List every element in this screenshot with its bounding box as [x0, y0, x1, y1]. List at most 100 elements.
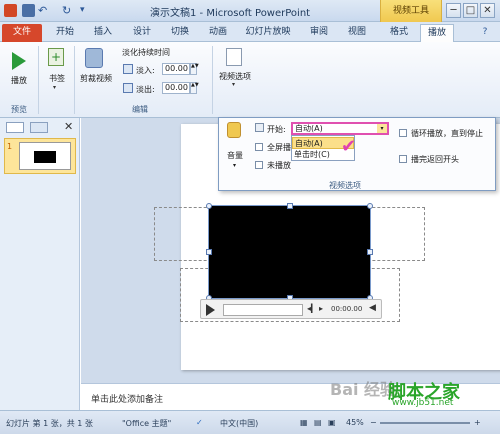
resize-handle[interactable] — [206, 249, 212, 255]
fade-in-label: 淡入: — [136, 66, 155, 75]
preview-group-label: 预览 — [11, 105, 27, 114]
slide-number: 1 — [7, 142, 13, 151]
customize-qat-icon[interactable]: ▾ — [80, 4, 93, 17]
bookmark-icon[interactable]: + — [48, 48, 64, 66]
tab-file[interactable]: 文件 — [2, 24, 42, 42]
checkmark-icon: ✔ — [341, 136, 357, 157]
resize-handle[interactable] — [287, 203, 293, 209]
loop-checkbox[interactable] — [399, 129, 407, 137]
hide-checkbox[interactable] — [255, 161, 263, 169]
zoom-level[interactable]: 45% — [346, 418, 364, 427]
tab-design[interactable]: 设计 — [127, 24, 157, 42]
fade-out-icon — [123, 83, 133, 93]
start-select[interactable]: 自动(A) ▾ — [291, 122, 389, 135]
progress-bar[interactable] — [223, 304, 303, 316]
close-panel-icon[interactable]: ✕ — [64, 120, 73, 133]
fade-in-input[interactable]: 00.00 — [162, 63, 190, 75]
thumbnail-video — [34, 151, 56, 163]
bookmarks-button-label[interactable]: 书签 — [42, 73, 72, 84]
media-player-controls: ◂▎ ▸ 00:00.00 ◀ — [200, 299, 382, 319]
start-select-value: 自动(A) — [295, 124, 323, 133]
rewind-icon[interactable]: ◂▎ — [307, 304, 317, 313]
loop-label: 循环播放，直到停止 — [411, 129, 483, 138]
close-button[interactable]: ✕ — [480, 3, 495, 18]
fade-in-stepper[interactable]: ▲▼ — [190, 63, 199, 75]
slide-thumbnail-item[interactable]: 1 — [4, 138, 76, 174]
volume-icon[interactable]: ◀ — [369, 303, 376, 313]
fullscreen-label: 全屏播 — [267, 143, 291, 152]
tab-animations[interactable]: 动画 — [203, 24, 233, 42]
editing-group-label: 编辑 — [132, 105, 148, 114]
forward-icon[interactable]: ▸ — [319, 304, 323, 313]
language-status[interactable]: 中文(中国) — [220, 418, 258, 429]
zoom-out-icon[interactable]: − — [370, 418, 377, 427]
tab-view[interactable]: 视图 — [342, 24, 372, 42]
rewind-checkbox[interactable] — [399, 155, 407, 163]
zoom-slider[interactable] — [380, 422, 470, 424]
tab-review[interactable]: 审阅 — [304, 24, 334, 42]
tab-slideshow[interactable]: 幻灯片放映 — [240, 24, 296, 42]
powerpoint-icon[interactable] — [4, 4, 17, 17]
play-icon[interactable] — [206, 304, 215, 316]
chevron-down-icon[interactable]: ▾ — [377, 124, 387, 133]
volume-label[interactable]: 音量 — [227, 150, 243, 161]
slide-count-status: 幻灯片 第 1 张，共 1 张 — [6, 419, 93, 428]
slide-thumbnail[interactable] — [19, 142, 71, 170]
zoom-in-icon[interactable]: + — [474, 418, 481, 427]
chevron-down-icon[interactable]: ▾ — [233, 162, 236, 169]
resize-handle[interactable] — [367, 249, 373, 255]
fade-out-label: 淡出: — [136, 85, 155, 94]
video-frame[interactable] — [209, 206, 370, 298]
undo-icon[interactable]: ↶ — [38, 4, 51, 17]
site-url-watermark: www.jb51.net — [392, 398, 454, 408]
fade-out-stepper[interactable]: ▲▼ — [190, 82, 199, 94]
minimize-button[interactable]: ─ — [446, 3, 461, 18]
help-icon[interactable]: ? — [478, 24, 492, 42]
separator — [38, 46, 39, 114]
tab-insert[interactable]: 插入 — [88, 24, 118, 42]
tab-home[interactable]: 开始 — [50, 24, 80, 42]
outline-tab[interactable] — [30, 122, 48, 133]
slides-panel: ✕ 1 — [0, 118, 80, 410]
tab-format[interactable]: 格式 — [384, 24, 414, 42]
panel-tabs: ✕ — [0, 120, 80, 136]
notes-placeholder[interactable]: 单击此处添加备注 — [91, 392, 163, 405]
video-tools-context-tab: 视频工具 — [380, 0, 442, 22]
title-bar: ↶ ↻ ▾ 演示文稿1 - Microsoft PowerPoint 视频工具 … — [0, 0, 500, 22]
separator — [212, 46, 213, 114]
playback-time: 00:00.00 — [331, 305, 363, 313]
chevron-down-icon[interactable]: ▾ — [232, 81, 235, 88]
redo-icon[interactable]: ↻ — [62, 4, 75, 17]
save-icon[interactable] — [22, 4, 35, 17]
ribbon-tabs: 文件 开始 插入 设计 切换 动画 幻灯片放映 审阅 视图 格式 播放 ? — [0, 22, 500, 42]
start-label: 开始: — [267, 125, 286, 134]
normal-view-icon[interactable]: ▦ — [300, 418, 308, 427]
volume-icon[interactable] — [227, 122, 241, 138]
play-icon[interactable] — [12, 52, 26, 70]
tab-playback[interactable]: 播放 — [420, 24, 454, 42]
rewind-label: 播完返回开头 — [411, 155, 459, 164]
start-icon — [255, 123, 264, 132]
video-options-icon[interactable] — [226, 48, 242, 66]
trim-video-icon[interactable] — [85, 48, 103, 68]
maximize-button[interactable]: □ — [463, 3, 478, 18]
window-title: 演示文稿1 - Microsoft PowerPoint — [150, 8, 311, 19]
baidu-watermark: Bai 经验 — [330, 380, 397, 399]
hide-label: 未播放 — [267, 161, 291, 170]
trim-video-button-label[interactable]: 剪裁视频 — [74, 73, 118, 84]
spellcheck-icon[interactable]: ✓ — [196, 418, 203, 427]
fade-duration-title: 淡化持续时间 — [122, 48, 170, 57]
video-options-group-label: 视频选项 — [329, 181, 361, 190]
slides-tab[interactable] — [6, 122, 24, 133]
chevron-down-icon[interactable]: ▾ — [53, 84, 56, 91]
resize-handle[interactable] — [367, 203, 373, 209]
tab-transitions[interactable]: 切换 — [165, 24, 195, 42]
reading-view-icon[interactable]: ▣ — [328, 418, 336, 427]
play-button-label[interactable]: 播放 — [4, 75, 34, 86]
fullscreen-checkbox[interactable] — [255, 143, 263, 151]
status-bar: 幻灯片 第 1 张，共 1 张 "Office 主题" ✓ 中文(中国) ▦ ▤… — [0, 410, 500, 434]
theme-status[interactable]: "Office 主题" — [122, 418, 171, 429]
fade-out-input[interactable]: 00.00 — [162, 82, 190, 94]
sorter-view-icon[interactable]: ▤ — [314, 418, 322, 427]
resize-handle[interactable] — [206, 203, 212, 209]
